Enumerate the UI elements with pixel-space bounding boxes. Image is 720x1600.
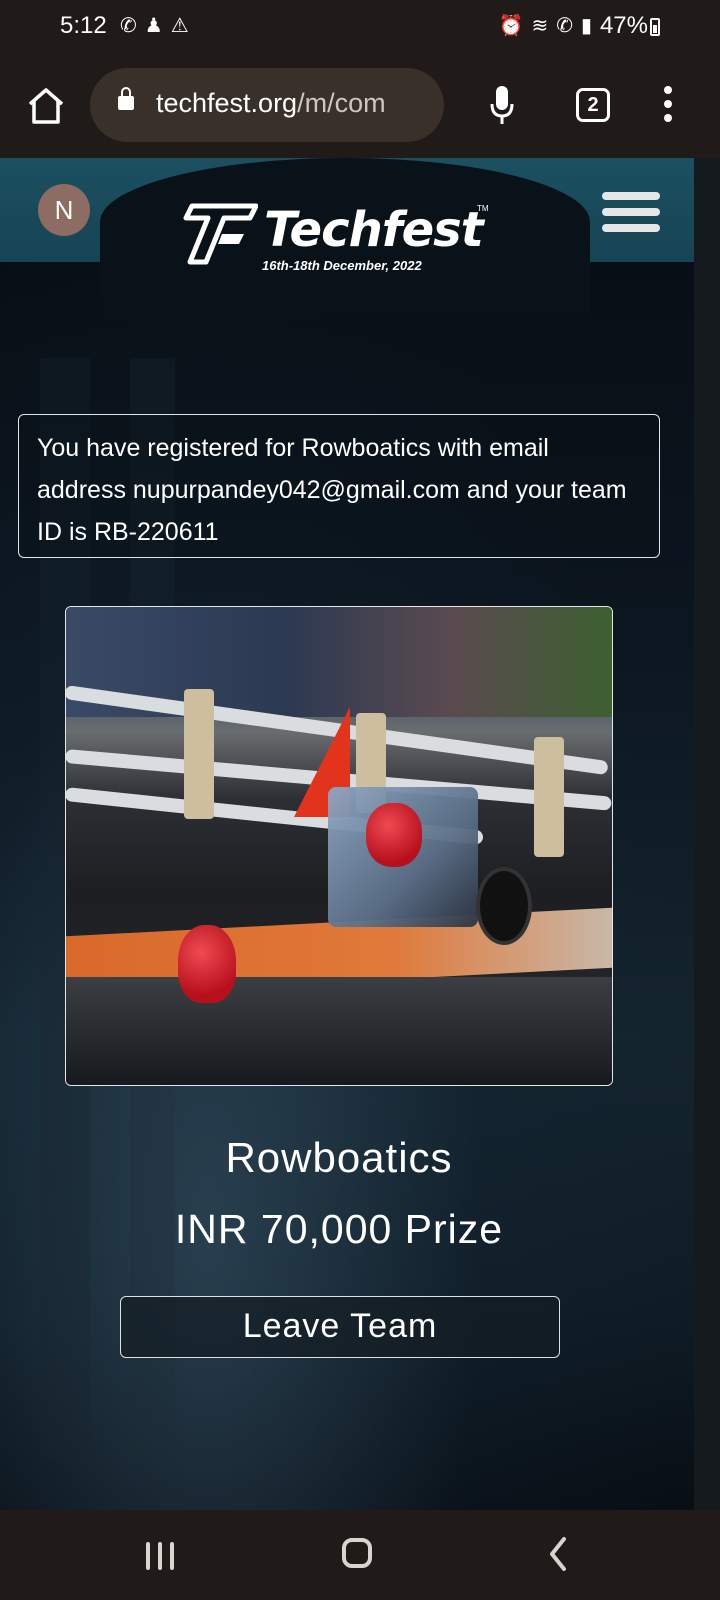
url-text[interactable]: techfest.org/m/com: [156, 88, 386, 119]
event-image: [65, 606, 613, 1086]
alarm-icon: ⏰: [498, 15, 532, 37]
registration-notice: You have registered for Rowboatics with …: [18, 414, 660, 558]
leave-team-button[interactable]: Leave Team: [120, 1296, 560, 1358]
url-host: techfest.org: [156, 88, 298, 118]
microphone-icon[interactable]: [490, 84, 514, 128]
address-bar[interactable]: techfest.org/m/com: [90, 68, 444, 142]
battery-percent: 47%: [599, 12, 648, 39]
wifi-icon: ≋: [531, 15, 557, 37]
avatar[interactable]: N: [38, 184, 90, 236]
home-icon[interactable]: [24, 84, 68, 128]
event-dates: 16th-18th December, 2022: [262, 258, 422, 273]
back-icon[interactable]: [548, 1536, 568, 1572]
status-bar: 5:12 ✆♟⚠ ⏰≋✆▮ 47%: [0, 0, 720, 54]
home-nav-icon[interactable]: [342, 1538, 372, 1568]
status-right-icons: ⏰≋✆▮: [499, 13, 600, 38]
status-time: 5:12: [60, 12, 107, 39]
battery-icon: [650, 18, 660, 36]
event-title: Rowboatics: [225, 1134, 453, 1181]
notification-icon: ♟: [144, 15, 171, 37]
logo-text: Techfest: [264, 202, 484, 258]
url-path: /m/com: [297, 88, 386, 118]
hamburger-menu-icon[interactable]: [602, 192, 660, 232]
techfest-logo-mark-icon: [183, 203, 258, 265]
recents-icon[interactable]: [146, 1542, 174, 1570]
warning-icon: ⚠: [170, 15, 197, 37]
signal-icon: ▮: [580, 15, 600, 37]
lock-icon: [118, 87, 134, 110]
event-prize: INR 70,000 Prize: [174, 1206, 504, 1252]
more-menu-icon[interactable]: [658, 86, 678, 126]
system-nav-bar: [0, 1510, 720, 1600]
logo-trademark: TM: [477, 204, 489, 213]
tab-switcher-button[interactable]: 2: [576, 88, 610, 122]
whatsapp-icon: ✆: [120, 15, 145, 37]
wifi-calling-icon: ✆: [556, 15, 581, 37]
browser-toolbar: techfest.org/m/com 2: [0, 54, 720, 158]
status-left-icons: ✆♟⚠: [120, 13, 197, 38]
techfest-logo[interactable]: Techfest TM 16th-18th December, 2022: [172, 198, 502, 278]
page-scrollbar[interactable]: [694, 158, 720, 1510]
web-page: N Techfest TM 16th-18th December, 2022 Y…: [0, 158, 694, 1510]
